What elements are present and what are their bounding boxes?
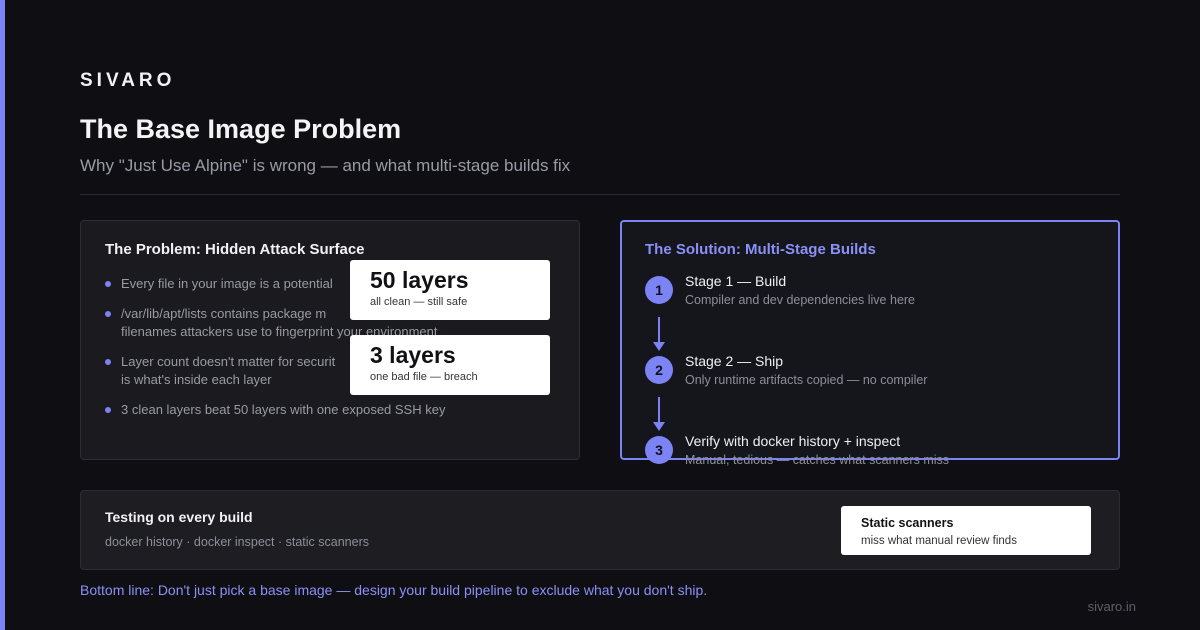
step-number-badge: 1 bbox=[645, 276, 673, 304]
brand-logo: SIVARO bbox=[80, 70, 176, 91]
bottom-line: Bottom line: Don't just pick a base imag… bbox=[80, 582, 708, 598]
solution-title: The Solution: Multi-Stage Builds bbox=[645, 241, 876, 258]
bullet-text: 3 clean layers beat 50 layers with one e… bbox=[121, 402, 446, 417]
bullet-text: Layer count doesn't matter for securit i… bbox=[121, 354, 336, 387]
footer-url: sivaro.in bbox=[1087, 599, 1136, 614]
step-description: Manual, tedious — catches what scanners … bbox=[685, 453, 950, 467]
note-title: Static scanners bbox=[861, 516, 954, 530]
step-number-badge: 2 bbox=[645, 356, 673, 384]
stat-card-50-layers: 50 layers all clean — still safe bbox=[350, 260, 550, 320]
bullet-dot-icon bbox=[105, 311, 111, 317]
step-name: Stage 1 — Build bbox=[685, 273, 787, 289]
testing-card: Testing on every build docker history · … bbox=[80, 490, 1120, 570]
stat-caption: one bad file — breach bbox=[370, 371, 478, 383]
accent-bar bbox=[0, 0, 5, 630]
arrow-down-icon bbox=[653, 317, 665, 351]
bullet-dot-icon bbox=[105, 407, 111, 413]
solution-card: The Solution: Multi-Stage Builds 1 Stage… bbox=[620, 220, 1120, 467]
step-description: Compiler and dev dependencies live here bbox=[685, 293, 916, 307]
stat-caption: all clean — still safe bbox=[370, 296, 468, 308]
bullet-dot-icon bbox=[105, 359, 111, 365]
stat-value: 3 layers bbox=[370, 342, 456, 368]
testing-title: Testing on every build bbox=[105, 509, 253, 525]
testing-tools: docker history · docker inspect · static… bbox=[105, 535, 369, 549]
arrow-down-icon bbox=[653, 397, 665, 431]
page-title: The Base Image Problem bbox=[80, 114, 402, 144]
static-scanners-note: Static scanners miss what manual review … bbox=[841, 506, 1091, 555]
problem-card: The Problem: Hidden Attack Surface Every… bbox=[80, 220, 580, 460]
header-divider bbox=[80, 194, 1120, 195]
step-description: Only runtime artifacts copied — no compi… bbox=[685, 373, 928, 387]
step-name: Stage 2 — Ship bbox=[685, 353, 784, 369]
page-subtitle: Why "Just Use Alpine" is wrong — and wha… bbox=[80, 156, 571, 175]
bullet-text: Every file in your image is a potential bbox=[121, 276, 333, 291]
step-name: Verify with docker history + inspect bbox=[685, 433, 901, 449]
bullet-dot-icon bbox=[105, 281, 111, 287]
list-item: 3 clean layers beat 50 layers with one e… bbox=[105, 401, 545, 419]
step-number-badge: 3 bbox=[645, 436, 673, 464]
note-description: miss what manual review finds bbox=[861, 535, 1017, 547]
problem-title: The Problem: Hidden Attack Surface bbox=[105, 241, 365, 258]
stat-card-3-layers: 3 layers one bad file — breach bbox=[350, 335, 550, 395]
stat-value: 50 layers bbox=[370, 267, 469, 293]
